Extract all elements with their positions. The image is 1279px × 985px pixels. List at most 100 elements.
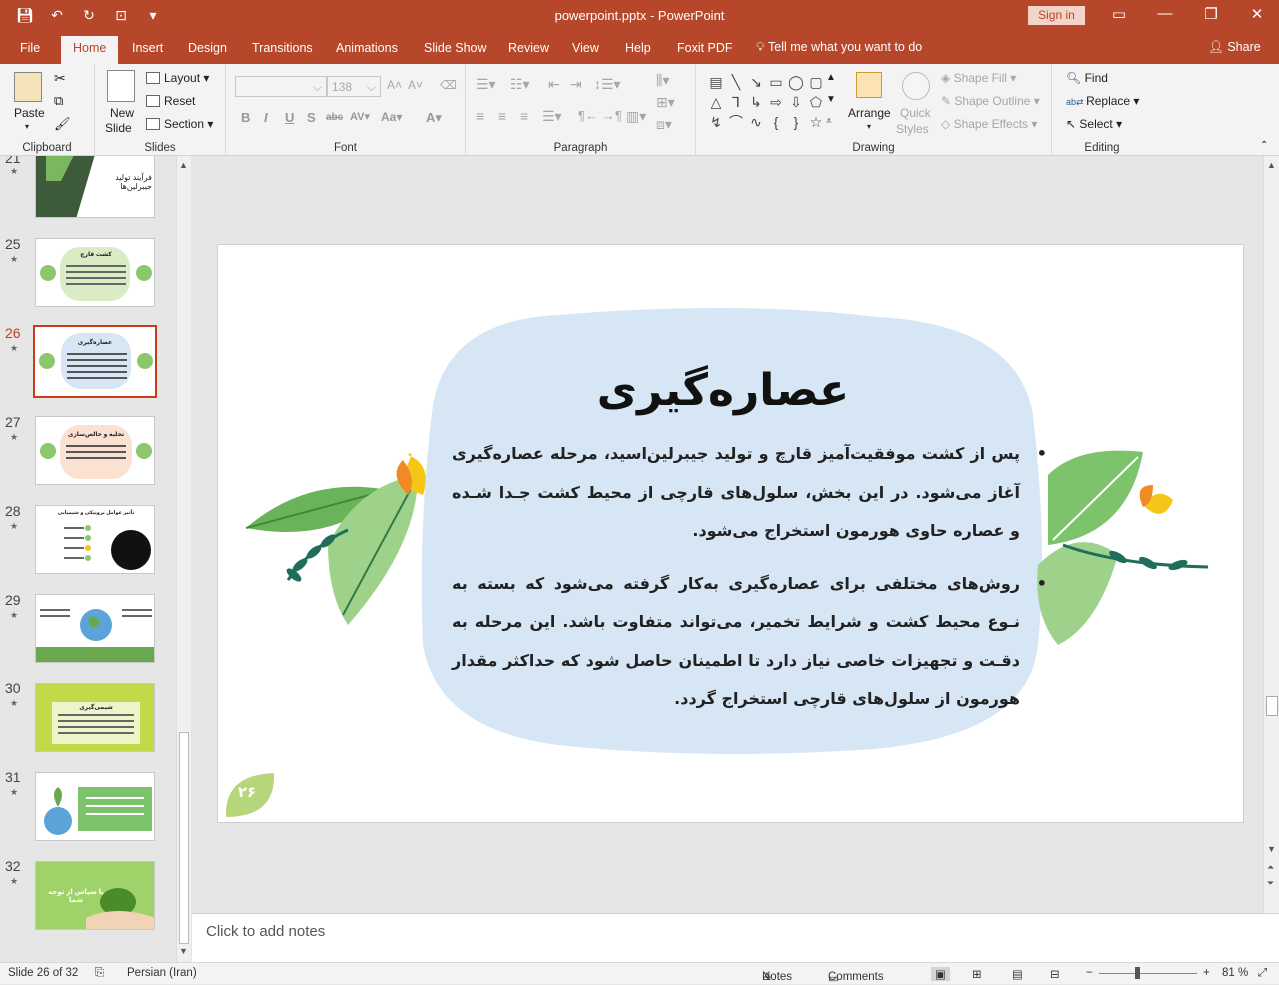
arrow-line-shape-icon[interactable]: ↘ — [746, 72, 766, 92]
line-shape-icon[interactable]: ╲ — [726, 72, 746, 92]
right-brace-shape-icon[interactable]: } — [786, 112, 806, 132]
tab-review[interactable]: Review — [508, 41, 549, 55]
bold-icon[interactable]: B — [241, 110, 250, 125]
scroll-up-icon[interactable]: ▲ — [179, 160, 188, 170]
shape-effects-button[interactable]: ◇ Shape Effects ▾ — [941, 117, 1037, 131]
slide-thumbnail-30[interactable]: شیمی‌گیری — [35, 683, 155, 752]
tab-home[interactable]: Home — [61, 36, 119, 64]
arrange-button[interactable]: Arrange — [848, 106, 891, 120]
spellcheck-icon[interactable]: ⎘ — [95, 967, 104, 980]
bullet-item[interactable]: پس از کشت موفقیت‌آمیز قارچ و تولید جیبرل… — [452, 435, 1047, 551]
clear-formatting-icon[interactable]: ⌫ — [440, 78, 457, 92]
quick-styles-label-2[interactable]: Styles — [896, 122, 929, 136]
tab-animations[interactable]: Animations — [336, 41, 398, 55]
italic-icon[interactable]: I — [264, 110, 268, 125]
rtl-icon[interactable]: ¶← — [578, 108, 598, 123]
shapes-scroll-up-icon[interactable]: ▲ — [826, 72, 836, 83]
minimize-button[interactable]: — — [1142, 5, 1188, 23]
next-slide-icon[interactable]: ⏷ — [1267, 878, 1274, 889]
close-button[interactable]: ✕ — [1234, 5, 1279, 23]
font-size-combo[interactable]: 138 ⌵ — [327, 76, 381, 97]
curve-shape-icon[interactable]: ∿ — [746, 112, 766, 132]
slide-thumbnail-28[interactable]: تأثیر عوامل تروپیکی و شیمیایی — [35, 505, 155, 574]
previous-slide-icon[interactable]: ⏶ — [1267, 862, 1274, 873]
notes-pane[interactable]: Click to add notes — [192, 913, 1279, 962]
rounded-rect-shape-icon[interactable]: ▢ — [806, 72, 826, 92]
scroll-down-icon[interactable]: ▼ — [1267, 844, 1276, 854]
rectangle-shape-icon[interactable]: ▭ — [766, 72, 786, 92]
left-brace-shape-icon[interactable]: { — [766, 112, 786, 132]
arrange-dropdown-icon[interactable]: ▾ — [867, 122, 871, 131]
decrease-indent-icon[interactable]: ⇤ — [548, 76, 560, 93]
slide-sorter-icon[interactable]: ⊞ — [972, 967, 982, 981]
tab-insert[interactable]: Insert — [132, 41, 163, 55]
slide-title[interactable]: عصاره‌گیری — [418, 365, 1028, 416]
slide-thumbnail-26[interactable]: عصاره‌گیری — [33, 325, 157, 398]
current-slide[interactable]: عصاره‌گیری پس از کشت موفقیت‌آمیز قارچ و … — [217, 244, 1244, 823]
oval-shape-icon[interactable]: ◯ — [786, 72, 806, 92]
fit-to-window-icon[interactable]: ⤢ — [1258, 967, 1267, 980]
numbering-icon[interactable]: ☷▾ — [510, 76, 530, 93]
character-spacing-icon[interactable]: AV▾ — [350, 110, 370, 123]
font-family-combo[interactable]: ⌵ — [235, 76, 327, 97]
align-center-icon[interactable]: ≡ — [498, 108, 506, 124]
bullet-item[interactable]: روش‌های مختلفی برای عصاره‌گیری به‌کار گر… — [452, 565, 1047, 719]
scroll-down-icon[interactable]: ▼ — [179, 946, 188, 956]
language-indicator[interactable]: Persian (Iran) — [127, 967, 197, 979]
elbow-arrow-shape-icon[interactable]: ↳ — [746, 92, 766, 112]
tab-help[interactable]: Help — [625, 41, 651, 55]
underline-icon[interactable]: U — [285, 110, 294, 125]
increase-font-icon[interactable]: A˄ — [387, 78, 402, 92]
curve-arrow-shape-icon[interactable]: ↯ — [706, 112, 726, 132]
tab-view[interactable]: View — [572, 41, 599, 55]
freeform-shape-icon[interactable]: ⬠ — [806, 92, 826, 112]
align-left-icon[interactable]: ≡ — [476, 108, 484, 124]
copy-icon[interactable]: ⧉ — [54, 93, 63, 109]
slide-thumbnail-32[interactable]: با سپاس از توجه شما — [35, 861, 155, 930]
restore-button[interactable]: ❐ — [1188, 5, 1234, 23]
tab-file[interactable]: File — [20, 41, 40, 55]
tab-slide-show[interactable]: Slide Show — [424, 41, 487, 55]
font-color-icon[interactable]: A▾ — [426, 110, 442, 126]
zoom-level[interactable]: 81 % — [1222, 967, 1248, 979]
bullets-icon[interactable]: ☰▾ — [476, 76, 496, 93]
slide-thumbnail-27[interactable]: تخلیه و خالص‌سازی — [35, 416, 155, 485]
quick-styles-label-1[interactable]: Quick — [900, 106, 931, 120]
reset-button[interactable]: Reset — [146, 94, 195, 108]
text-direction-icon[interactable]: ⫼▾ — [656, 72, 669, 89]
replace-button[interactable]: ab⇄ Replace ▾ — [1066, 94, 1139, 108]
format-painter-icon[interactable]: 🖌︎ — [54, 116, 71, 132]
text-box-shape-icon[interactable]: ▤ — [706, 72, 726, 92]
strikethrough-icon[interactable]: abc — [326, 112, 343, 123]
slide-thumbnail-31[interactable] — [35, 772, 155, 841]
slide-thumbnail-25[interactable]: کشت قارچ — [35, 238, 155, 307]
decrease-font-icon[interactable]: A˅ — [408, 78, 423, 92]
section-button[interactable]: Section ▾ — [146, 117, 213, 131]
columns-icon[interactable]: ▥▾ — [626, 108, 646, 125]
zoom-slider-thumb[interactable] — [1135, 967, 1140, 979]
smartart-icon[interactable]: ⧈▾ — [656, 116, 672, 133]
thumbnail-scroll-thumb[interactable] — [179, 732, 189, 944]
slide-body[interactable]: پس از کشت موفقیت‌آمیز قارچ و تولید جیبرل… — [452, 435, 1047, 733]
layout-button[interactable]: Layout ▾ — [146, 71, 209, 85]
shape-fill-button[interactable]: ◈ Shape Fill ▾ — [941, 71, 1016, 85]
new-slide-label-1[interactable]: New — [110, 106, 134, 120]
sign-in-button[interactable]: Sign in — [1028, 6, 1085, 25]
tell-me-box[interactable]: 💡︎ Tell me what you want to do — [756, 40, 922, 55]
shapes-gallery[interactable]: ▤ ╲ ↘ ▭ ◯ ▢ △ ⅂ ↳ ⇨ ⇩ ⬠ ↯ ⌒ ∿ { } ☆ — [706, 72, 826, 132]
paste-dropdown-icon[interactable]: ▾ — [25, 122, 29, 131]
elbow-connector-shape-icon[interactable]: ⅂ — [726, 92, 746, 112]
slide-scroll-thumb[interactable] — [1266, 696, 1278, 716]
reading-view-icon[interactable]: ▤ — [1012, 967, 1023, 981]
zoom-slider[interactable] — [1099, 973, 1197, 974]
slide-thumbnail-21[interactable]: فرآیند تولید جیبرلین‌ها — [35, 156, 155, 218]
ribbon-display-options-icon[interactable]: ▭ — [1096, 5, 1142, 23]
cut-icon[interactable]: ✂ — [54, 70, 66, 87]
slide-thumbnail-29[interactable] — [35, 594, 155, 663]
tab-transitions[interactable]: Transitions — [252, 41, 313, 55]
change-case-icon[interactable]: Aa▾ — [381, 110, 402, 124]
align-text-icon[interactable]: ⊞▾ — [656, 94, 675, 111]
star-shape-icon[interactable]: ☆ — [806, 112, 826, 132]
normal-view-icon[interactable]: ▣ — [931, 967, 950, 981]
line-spacing-icon[interactable]: ↕☰▾ — [594, 76, 621, 93]
